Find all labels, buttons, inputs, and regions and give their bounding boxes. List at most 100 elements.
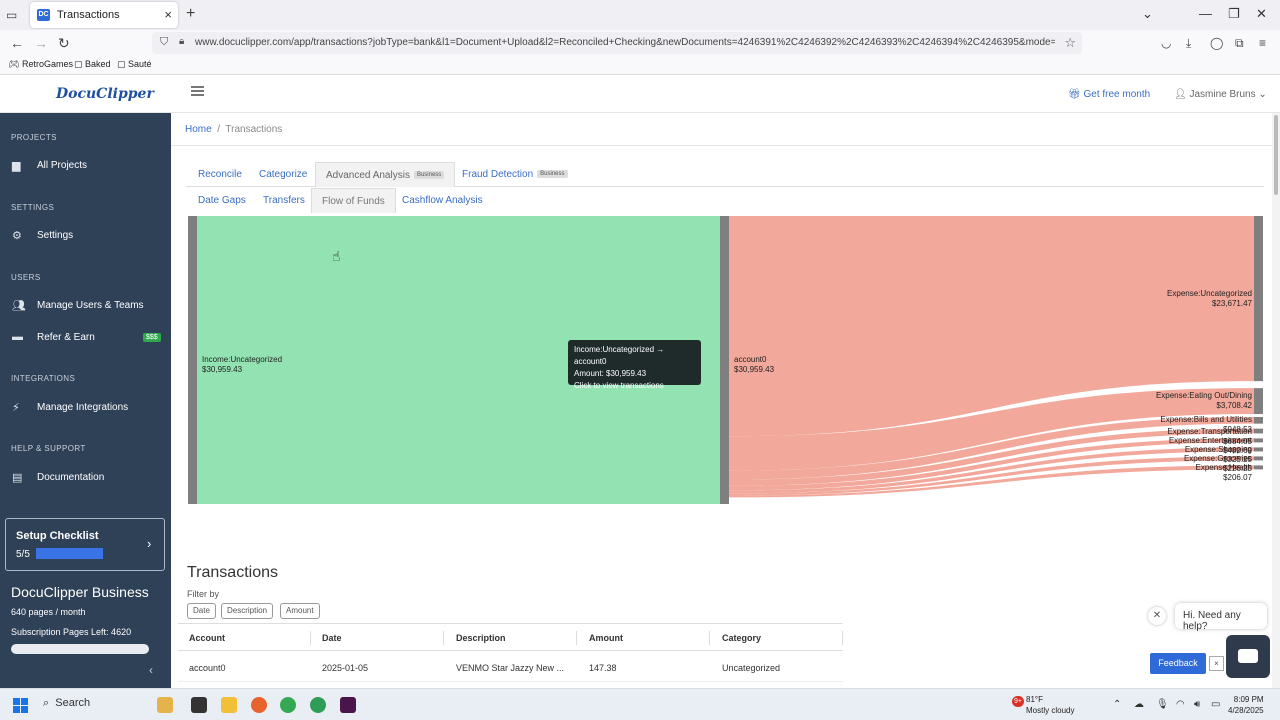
close-window-icon[interactable]: ✕ [1256,6,1267,22]
feedback-close-icon[interactable]: × [1209,656,1224,671]
page-scrollbar[interactable] [1272,113,1280,688]
shield-icon[interactable]: ⛉ [160,36,168,49]
download-icon[interactable]: ⤓ [1186,36,1191,51]
docuclipper-logo[interactable]: DocuClipper [56,86,154,102]
column-divider[interactable] [576,631,577,645]
column-divider[interactable] [842,631,843,645]
widgets-icon[interactable] [157,697,173,713]
network-app-icon[interactable]: ☁ [1134,699,1144,710]
sidebar-item-integrations[interactable]: ⚡︎ Manage Integrations [0,397,171,419]
tray-chevron-icon[interactable]: ⌃ [1113,699,1121,710]
tab-list-icon[interactable]: ▭ [6,8,20,22]
setup-checklist-card[interactable]: Setup Checklist 5/5 › [5,518,165,571]
tab-advanced-analysis[interactable]: Advanced Analysis Business [315,162,456,187]
tab-cashflow-analysis[interactable]: Cashflow Analysis [402,188,483,213]
sankey-node-account[interactable] [720,216,729,504]
tab-fraud-detection[interactable]: Fraud Detection Business [462,162,568,187]
feedback-button[interactable]: Feedback [1150,653,1206,674]
filter-date-button[interactable]: Date [187,603,216,619]
tab-transfers[interactable]: Transfers [263,188,305,213]
help-bubble[interactable]: Hi. Need any help? [1175,603,1267,632]
file-explorer-icon[interactable] [221,697,237,713]
slack-icon[interactable] [340,697,356,713]
bookmark-star-icon[interactable]: ☆ [1064,35,1076,51]
new-tab-icon[interactable]: + [186,5,195,23]
column-divider[interactable] [310,631,311,645]
sidebar-item-all-projects[interactable]: ▆ All Projects [0,155,171,177]
sankey-node-target[interactable] [1254,216,1263,382]
breadcrumb-home[interactable]: Home [185,124,212,135]
reload-icon[interactable]: ↻ [58,35,70,52]
get-free-month-link[interactable]: 🎁︎ Get free month [1068,89,1150,100]
sankey-node-target[interactable] [1254,465,1263,470]
volume-icon[interactable]: 🔊︎ [1194,699,1200,710]
tab-reconcile[interactable]: Reconcile [198,162,242,187]
column-header-account[interactable]: Account [189,633,225,643]
sankey-node-target[interactable] [1254,447,1263,452]
bookmark-saute[interactable]: ▢ Sauté [117,59,152,70]
column-divider[interactable] [709,631,710,645]
sankey-label-target: Expense:Eating Out/Dining $3,708.42 [1155,391,1252,411]
url-text[interactable]: www.docuclipper.com/app/transactions?job… [195,37,1055,48]
sankey-node-target[interactable] [1254,417,1263,424]
scrollbar-thumb[interactable] [1274,115,1278,195]
tab-overflow-chevron-icon[interactable]: ⌄ [1142,6,1153,22]
hamburger-menu-icon[interactable] [191,86,204,96]
column-header-amount[interactable]: Amount [589,633,623,643]
chrome-icon[interactable] [280,697,296,713]
back-icon[interactable]: ← [10,35,24,51]
tab-title: Transactions [57,9,120,21]
filter-amount-button[interactable]: Amount [280,603,320,619]
sidebar-item-refer-earn[interactable]: ▬ Refer & Earn $$$ [0,327,171,349]
pocket-icon[interactable]: ◡ [1161,36,1171,50]
weather-desc: Mostly cloudy [1026,706,1075,715]
battery-icon[interactable]: ▭ [1211,699,1220,710]
bookmarks-bar: 🎮︎ RetroGames ▢ Baked ▢ Sauté [0,56,1280,75]
user-menu[interactable]: 👤︎ Jasmine Bruns ⌄ [1174,89,1267,100]
sankey-node-target[interactable] [1254,438,1263,443]
table-row[interactable]: account0 2025-01-05 VENMO Star Jazzy New… [178,652,843,682]
column-header-date[interactable]: Date [322,633,342,643]
task-view-icon[interactable] [191,697,207,713]
bookmark-baked[interactable]: ▢ Baked [74,59,111,70]
sidebar-item-manage-users[interactable]: 👥︎ Manage Users & Teams [0,295,171,317]
restore-icon[interactable]: ❐ [1228,6,1240,22]
minimize-icon[interactable]: — [1199,6,1212,21]
column-divider[interactable] [443,631,444,645]
tab-flow-of-funds[interactable]: Flow of Funds [311,188,396,213]
close-help-icon[interactable]: ✕ [1148,607,1166,625]
collapse-sidebar-icon[interactable]: ‹ [149,663,153,677]
chrome-canary-icon[interactable] [310,697,326,713]
sidebar-item-documentation[interactable]: ▤ Documentation [0,467,171,489]
filter-description-button[interactable]: Description [221,603,274,619]
sankey-label-target: Expense:Uncategorized $23,671.47 [1167,288,1252,308]
lock-icon[interactable]: 🔒︎ [179,36,184,47]
sankey-node-target[interactable] [1254,456,1263,461]
firefox-icon[interactable] [251,697,267,713]
close-tab-icon[interactable]: × [164,7,172,22]
clock-time: 8:09 PM [1233,695,1264,704]
menu-icon[interactable]: ≡ [1259,36,1266,50]
sankey-node-target[interactable] [1254,428,1263,434]
column-header-description[interactable]: Description [456,633,506,643]
tab-date-gaps[interactable]: Date Gaps [198,188,246,213]
microphone-icon[interactable]: 🎙︎ [1156,699,1169,710]
chat-launcher-button[interactable] [1226,635,1270,678]
tab-categorize[interactable]: Categorize [259,162,307,187]
forward-icon[interactable]: → [34,35,48,51]
extensions-icon[interactable]: ⧉ [1235,36,1244,51]
windows-start-icon[interactable] [13,698,28,713]
sidebar-item-settings[interactable]: ⚙ Settings [0,225,171,247]
taskbar-clock[interactable]: 8:09 PM 4/28/2025 [1228,694,1264,716]
address-bar[interactable]: ⛉ 🔒︎ www.docuclipper.com/app/transaction… [152,32,1082,54]
sankey-node-source[interactable] [188,216,197,504]
account-icon[interactable]: ◯ [1210,36,1223,50]
browser-tab[interactable]: DC Transactions × [30,2,178,28]
sankey-node-target[interactable] [1254,388,1263,415]
secondary-tabs: Date Gaps Transfers Flow of Funds Cashfl… [186,188,486,213]
bookmark-retrogames[interactable]: 🎮︎ RetroGames [8,59,73,70]
wifi-icon[interactable]: ◠ [1176,699,1185,710]
weather-widget[interactable]: 9+ 81°F Mostly cloudy [1012,694,1075,716]
column-header-category[interactable]: Category [722,633,761,643]
taskbar-search[interactable]: ⌕ Search [43,697,90,710]
